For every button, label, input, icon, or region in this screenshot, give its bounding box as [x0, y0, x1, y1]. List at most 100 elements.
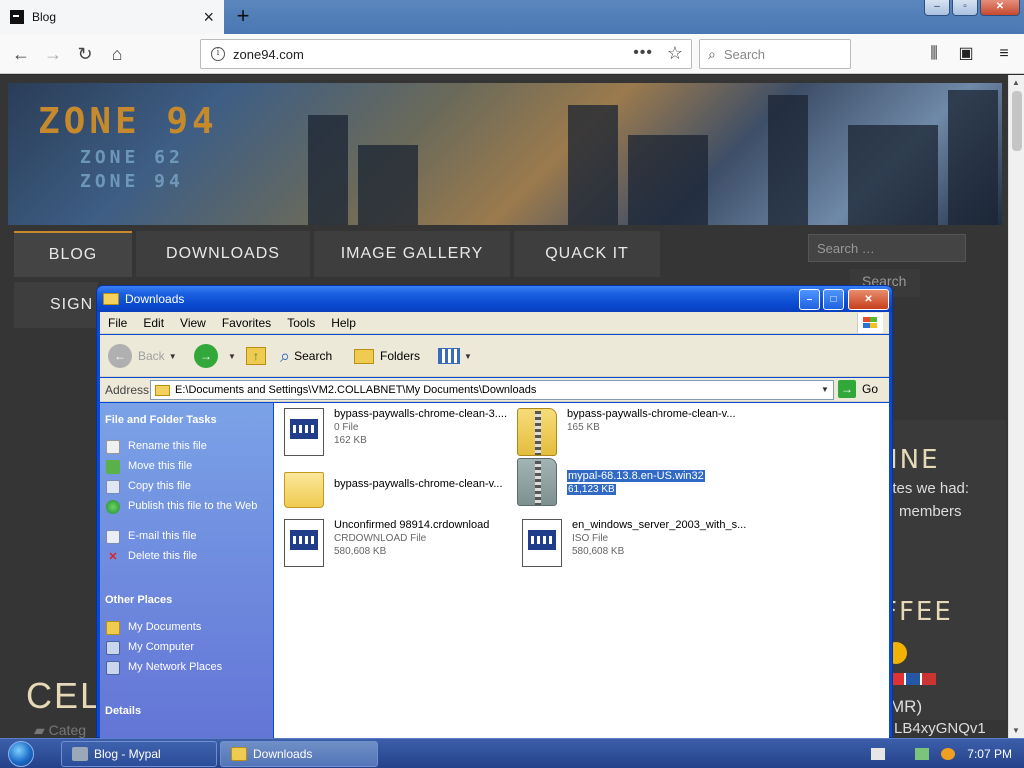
- explorer-titlebar[interactable]: Downloads – □ ✕: [97, 286, 892, 312]
- file-name: bypass-paywalls-chrome-clean-3....: [334, 408, 508, 420]
- file-item[interactable]: en_windows_server_2003_with_s... ISO Fil…: [522, 519, 762, 567]
- task-copy[interactable]: Copy this file: [106, 480, 266, 494]
- explorer-menubar: File Edit View Favorites Tools Help: [100, 312, 889, 334]
- go-button[interactable]: → Go: [838, 380, 878, 398]
- places-heading[interactable]: Other Places: [105, 594, 172, 606]
- address-path[interactable]: E:\Documents and Settings\VM2.COLLABNET\…: [175, 384, 536, 396]
- up-folder-button[interactable]: ↑: [246, 343, 266, 369]
- menu-edit[interactable]: Edit: [135, 316, 172, 330]
- browser-tab[interactable]: Blog ×: [0, 0, 224, 34]
- nav-quack-it[interactable]: QUACK IT: [514, 231, 660, 277]
- chevron-down-icon[interactable]: ▼: [464, 352, 472, 361]
- page-actions-icon[interactable]: •••: [633, 44, 653, 62]
- back-arrow-icon[interactable]: ←: [8, 41, 34, 67]
- menu-help[interactable]: Help: [323, 316, 364, 330]
- task-label[interactable]: Delete this file: [128, 550, 197, 563]
- explorer-maximize-button[interactable]: □: [823, 289, 844, 310]
- file-item-selected[interactable]: mypal-68.13.8.en-US.win32 61,123 KB: [517, 458, 757, 506]
- file-item[interactable]: bypass-paywalls-chrome-clean-3.... 0 Fil…: [284, 408, 524, 456]
- file-list: bypass-paywalls-chrome-clean-3.... 0 Fil…: [274, 403, 889, 738]
- clock[interactable]: 7:07 PM: [967, 747, 1012, 761]
- task-label[interactable]: E-mail this file: [128, 530, 196, 543]
- scroll-up-icon[interactable]: ▲: [1012, 78, 1020, 87]
- nav-sign[interactable]: SIGN: [14, 282, 98, 328]
- info-icon[interactable]: i: [211, 47, 225, 61]
- scroll-down-icon[interactable]: ▼: [1012, 726, 1020, 735]
- tasks-heading[interactable]: File and Folder Tasks: [105, 414, 217, 426]
- scroll-thumb[interactable]: [1012, 91, 1022, 151]
- details-heading[interactable]: Details: [105, 705, 141, 717]
- search-button[interactable]: ⌕ Search: [280, 343, 332, 369]
- forward-arrow-icon[interactable]: →: [40, 41, 66, 67]
- nav-downloads[interactable]: DOWNLOADS: [136, 231, 310, 277]
- menu-favorites[interactable]: Favorites: [214, 316, 279, 330]
- place-label[interactable]: My Documents: [128, 621, 201, 634]
- chevron-down-icon[interactable]: ▼: [169, 352, 177, 361]
- task-label[interactable]: Copy this file: [128, 480, 191, 493]
- file-item[interactable]: Unconfirmed 98914.crdownload CRDOWNLOAD …: [284, 519, 524, 567]
- file-size: 61,123 KB: [567, 484, 616, 495]
- close-tab-icon[interactable]: ×: [203, 7, 214, 27]
- folder-item[interactable]: bypass-paywalls-chrome-clean-v...: [284, 464, 524, 508]
- taskbar-item-downloads[interactable]: Downloads: [220, 741, 378, 767]
- menu-tools[interactable]: Tools: [279, 316, 323, 330]
- address-input[interactable]: E:\Documents and Settings\VM2.COLLABNET\…: [150, 380, 834, 400]
- chevron-down-icon[interactable]: ▼: [228, 352, 236, 361]
- task-email[interactable]: E-mail this file: [106, 530, 266, 544]
- file-icon: [522, 519, 562, 567]
- place-label[interactable]: My Network Places: [128, 661, 222, 674]
- views-button[interactable]: ▼: [438, 343, 472, 369]
- task-delete[interactable]: ✕ Delete this file: [106, 550, 266, 564]
- network-icon: [106, 661, 120, 675]
- hamburger-menu-icon[interactable]: ≡: [992, 42, 1016, 66]
- start-button[interactable]: [8, 741, 34, 767]
- search-placeholder: Search: [723, 46, 766, 62]
- taskbar-item-browser[interactable]: Blog - Mypal: [61, 741, 217, 767]
- back-button[interactable]: ← Back ▼: [108, 343, 177, 369]
- folders-button[interactable]: Folders: [354, 343, 420, 369]
- task-move[interactable]: Move this file: [106, 460, 266, 474]
- computer-icon: [106, 641, 120, 655]
- home-icon[interactable]: ⌂: [104, 41, 130, 67]
- url-text[interactable]: zone94.com: [233, 47, 304, 62]
- minimize-button[interactable]: –: [924, 0, 950, 16]
- reload-icon[interactable]: ↻: [72, 41, 98, 67]
- place-network[interactable]: My Network Places: [106, 661, 266, 675]
- file-item[interactable]: bypass-paywalls-chrome-clean-v... 165 KB: [517, 408, 757, 456]
- task-label[interactable]: Move this file: [128, 460, 192, 473]
- task-label[interactable]: Rename this file: [128, 440, 207, 453]
- explorer-minimize-button[interactable]: –: [799, 289, 820, 310]
- menu-file[interactable]: File: [100, 316, 135, 330]
- page-scrollbar[interactable]: ▲ ▼: [1008, 75, 1024, 738]
- chevron-down-icon[interactable]: ▼: [819, 383, 831, 397]
- library-icon[interactable]: ⫼: [922, 42, 946, 66]
- explorer-toolbar: ← Back ▼ → ▼ ↑ ⌕ Search Folders ▼: [100, 335, 889, 377]
- place-my-documents[interactable]: My Documents: [106, 621, 266, 635]
- explorer-close-button[interactable]: ✕: [848, 289, 889, 310]
- url-bar[interactable]: i zone94.com ••• ☆: [200, 39, 692, 69]
- restore-button[interactable]: ▫: [952, 0, 978, 16]
- task-rename[interactable]: Rename this file: [106, 440, 266, 454]
- nav-blog[interactable]: BLOG: [14, 231, 132, 277]
- search-tray-icon[interactable]: [941, 748, 956, 760]
- site-search-input[interactable]: Search …: [808, 234, 966, 262]
- new-tab-button[interactable]: +: [232, 4, 254, 28]
- forward-button[interactable]: → ▼: [194, 343, 236, 369]
- place-label[interactable]: My Computer: [128, 641, 194, 654]
- close-window-button[interactable]: ✕: [980, 0, 1020, 16]
- task-publish[interactable]: Publish this file to the Web: [106, 500, 266, 514]
- file-size: 580,608 KB: [572, 546, 625, 557]
- browser-search-input[interactable]: ⌕ Search: [699, 39, 851, 69]
- keyboard-icon[interactable]: [871, 748, 886, 760]
- file-name: en_windows_server_2003_with_s...: [572, 519, 747, 531]
- place-my-computer[interactable]: My Computer: [106, 641, 266, 655]
- sidebar-icon[interactable]: ▣: [954, 42, 978, 66]
- nav-image-gallery[interactable]: IMAGE GALLERY: [314, 231, 510, 277]
- site-logo[interactable]: ZONE 94: [38, 101, 218, 142]
- bookmark-star-icon[interactable]: ☆: [667, 43, 683, 64]
- search-icon: ⌕: [708, 45, 716, 62]
- network-icon[interactable]: [915, 748, 930, 760]
- menu-view[interactable]: View: [172, 316, 214, 330]
- task-label[interactable]: Publish this file to the Web: [128, 500, 257, 513]
- site-favicon-icon: [10, 10, 24, 24]
